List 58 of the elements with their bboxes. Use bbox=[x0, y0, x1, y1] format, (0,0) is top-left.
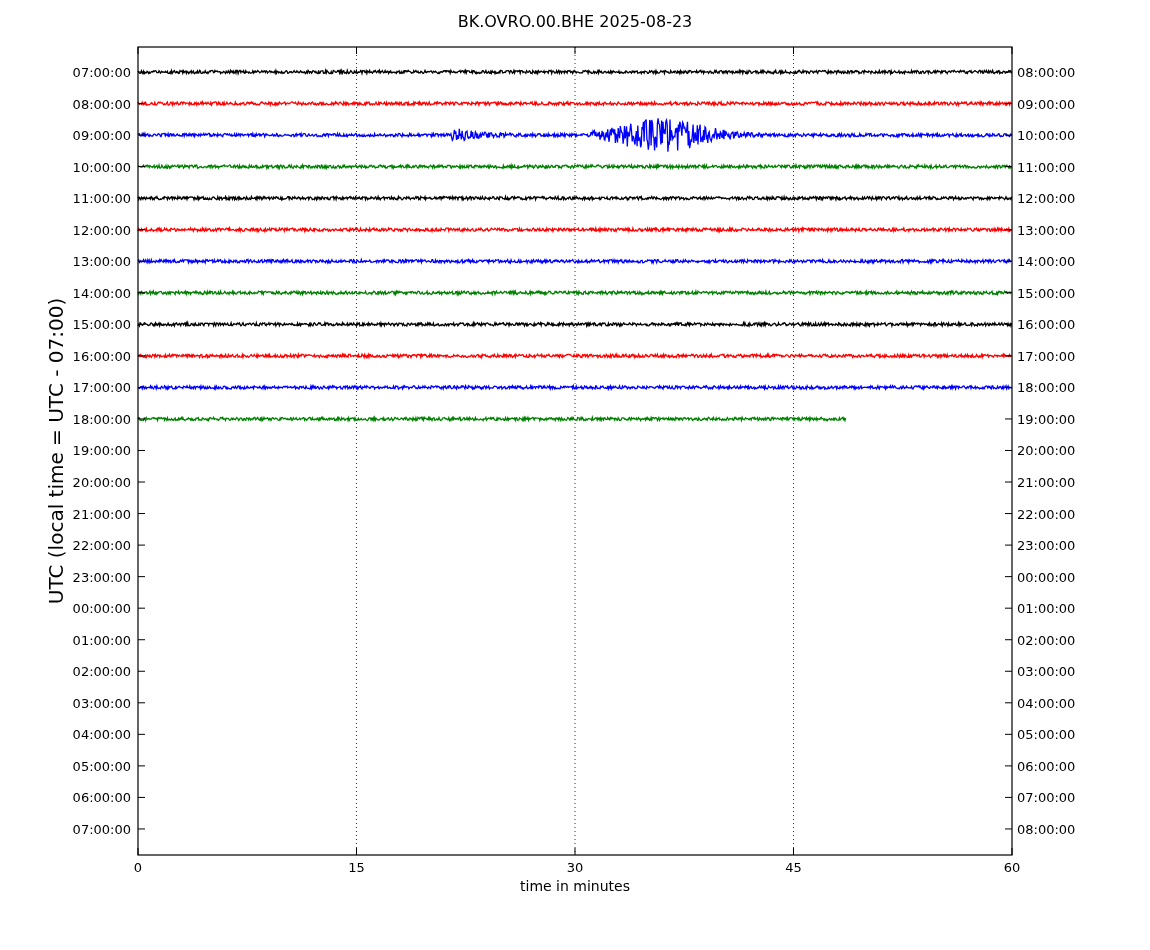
tick-label: 20:00:00 bbox=[1017, 443, 1076, 459]
tick-label: 23:00:00 bbox=[72, 569, 131, 585]
tick-label: 18:00:00 bbox=[72, 411, 131, 427]
axis-label: UTC (local time = UTC - 07:00) bbox=[44, 297, 68, 605]
tick-label: 03:00:00 bbox=[1017, 664, 1076, 680]
axis-label: time in minutes bbox=[520, 878, 630, 894]
tick-label: 05:00:00 bbox=[1017, 727, 1076, 743]
tick-label: 09:00:00 bbox=[1017, 96, 1076, 112]
tick-label: 03:00:00 bbox=[72, 695, 131, 711]
tick-label: 15:00:00 bbox=[1017, 285, 1076, 301]
tick-label: 02:00:00 bbox=[72, 664, 131, 680]
tick-label: 04:00:00 bbox=[72, 727, 131, 743]
tick-label: 08:00:00 bbox=[1017, 821, 1076, 837]
chart-title: BK.OVRO.00.BHE 2025-08-23 bbox=[457, 12, 693, 31]
tick-label: 07:00:00 bbox=[72, 821, 131, 837]
tick-label: 07:00:00 bbox=[1017, 790, 1076, 806]
tick-label: 09:00:00 bbox=[72, 128, 131, 144]
tick-label: 13:00:00 bbox=[1017, 222, 1076, 238]
tick-label: 16:00:00 bbox=[1017, 317, 1076, 333]
tick-label: 01:00:00 bbox=[1017, 601, 1076, 617]
tick-label: 12:00:00 bbox=[1017, 191, 1076, 207]
tick-label: 11:00:00 bbox=[1017, 159, 1076, 175]
tick-label: 22:00:00 bbox=[72, 538, 131, 554]
tick-label: 17:00:00 bbox=[1017, 348, 1076, 364]
tick-label: 10:00:00 bbox=[72, 159, 131, 175]
tick-label: 08:00:00 bbox=[72, 96, 131, 112]
tick-label: 08:00:00 bbox=[1017, 65, 1076, 80]
tick-label: 06:00:00 bbox=[1017, 758, 1076, 774]
tick-label: 21:00:00 bbox=[1017, 475, 1076, 490]
tick-label: 18:00:00 bbox=[1017, 380, 1076, 396]
tick-label: 01:00:00 bbox=[72, 632, 131, 648]
tick-label: 02:00:00 bbox=[1017, 632, 1076, 648]
tick-label: 60 bbox=[1003, 860, 1021, 875]
tick-label: 0 bbox=[133, 860, 143, 875]
tick-label: 15 bbox=[348, 860, 365, 875]
tick-label: 10:00:00 bbox=[1017, 128, 1076, 144]
tick-label: 05:00:00 bbox=[72, 758, 131, 774]
tick-label: 06:00:00 bbox=[72, 790, 131, 806]
tick-label: 19:00:00 bbox=[72, 443, 131, 459]
tick-label: 22:00:00 bbox=[1017, 506, 1076, 522]
tick-label: 30 bbox=[566, 860, 584, 875]
tick-label: 45 bbox=[785, 860, 802, 875]
tick-label: 00:00:00 bbox=[72, 601, 131, 617]
tick-label: 14:00:00 bbox=[1017, 254, 1076, 270]
tick-label: 15:00:00 bbox=[72, 317, 131, 333]
tick-label: 16:00:00 bbox=[72, 348, 131, 364]
tick-label: 00:00:00 bbox=[1017, 569, 1076, 585]
tick-label: 21:00:00 bbox=[72, 506, 131, 522]
tick-label: 23:00:00 bbox=[1017, 538, 1076, 554]
tick-label: 19:00:00 bbox=[1017, 411, 1076, 427]
tick-label: 04:00:00 bbox=[1017, 695, 1076, 711]
tick-label: 13:00:00 bbox=[72, 254, 131, 270]
tick-label: 11:00:00 bbox=[72, 191, 131, 207]
tick-label: 12:00:00 bbox=[72, 222, 131, 238]
tick-label: 14:00:00 bbox=[72, 285, 131, 301]
tick-label: 07:00:00 bbox=[72, 65, 131, 80]
tick-label: 17:00:00 bbox=[72, 380, 131, 396]
tick-label: 20:00:00 bbox=[72, 475, 131, 490]
